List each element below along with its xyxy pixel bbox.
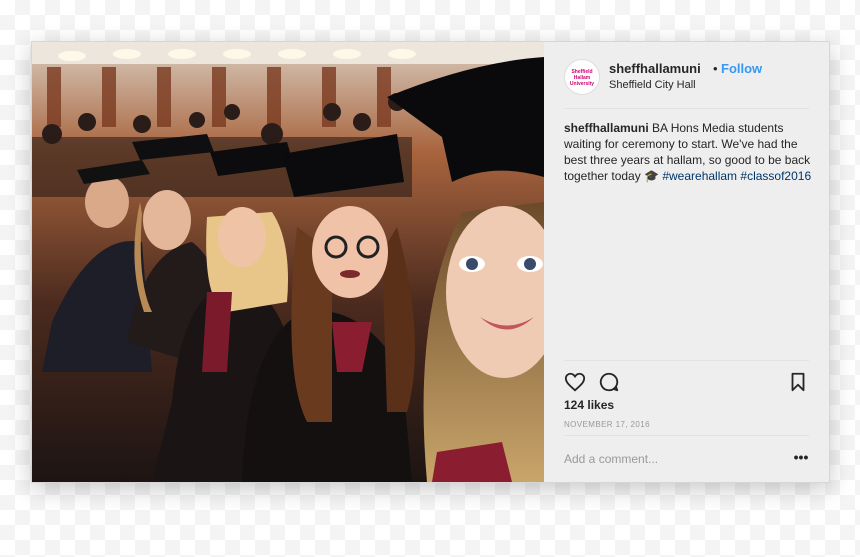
username-link[interactable]: sheffhallamuni [609, 61, 701, 76]
separator-dot: • [713, 61, 718, 76]
comment-section: ••• [564, 435, 809, 482]
follow-button[interactable]: Follow [721, 61, 762, 76]
comment-input[interactable] [564, 450, 774, 468]
ellipsis-icon[interactable]: ••• [793, 450, 809, 468]
heart-icon[interactable] [564, 371, 586, 393]
avatar[interactable]: Sheffield Hallam University [564, 59, 600, 95]
post-date: NOVEMBER 17, 2016 [564, 420, 650, 429]
action-bar [564, 360, 809, 401]
speech-bubble-icon[interactable] [598, 371, 620, 393]
post-side-panel: Sheffield Hallam University sheffhallamu… [544, 42, 829, 482]
instagram-post: Sheffield Hallam University sheffhallamu… [31, 41, 830, 483]
caption-username[interactable]: sheffhallamuni [564, 121, 649, 135]
hashtag-link[interactable]: #wearehallam [662, 169, 737, 183]
post-photo[interactable] [32, 42, 544, 482]
location-link[interactable]: Sheffield City Hall [609, 79, 696, 91]
post-header: Sheffield Hallam University sheffhallamu… [564, 56, 809, 109]
hashtag-link[interactable]: #classof2016 [740, 169, 811, 183]
likes-count[interactable]: 124 likes [564, 398, 614, 412]
university-logo: Sheffield Hallam University [569, 69, 595, 87]
bookmark-icon[interactable] [787, 371, 809, 393]
post-caption: sheffhallamuni BA Hons Media students wa… [564, 120, 814, 184]
